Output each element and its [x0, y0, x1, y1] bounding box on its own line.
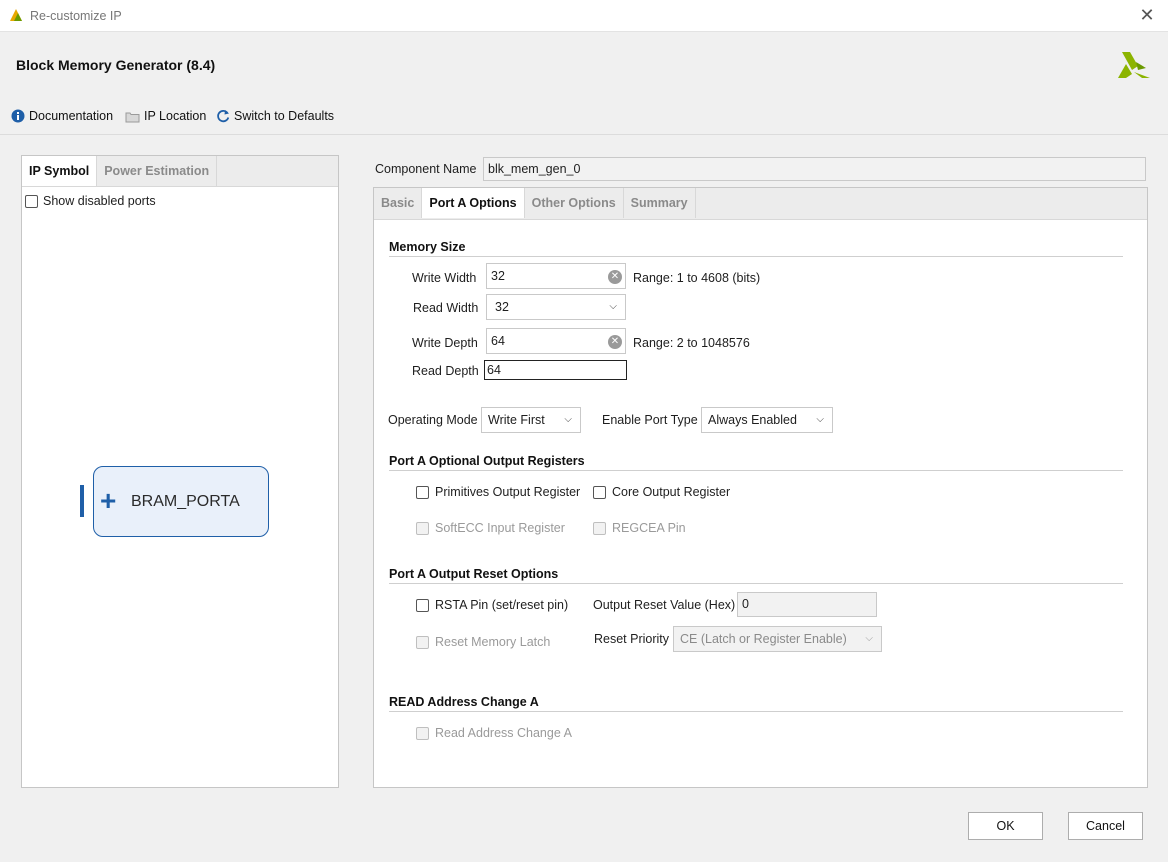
show-disabled-ports-row[interactable]: Show disabled ports: [25, 194, 156, 208]
softecc-input-register-label: SoftECC Input Register: [435, 521, 565, 535]
chevron-down-icon: ⌵: [564, 414, 572, 425]
options-tabstrip: Basic Port A Options Other Options Summa…: [374, 188, 1147, 220]
read-width-value: 32: [495, 300, 509, 314]
rsta-pin-checkbox[interactable]: [416, 598, 429, 612]
xilinx-logo-icon: [1118, 52, 1150, 78]
port-label: BRAM_PORTA: [131, 493, 240, 510]
chevron-down-icon: ⌵: [609, 301, 617, 312]
show-disabled-ports-checkbox[interactable]: [25, 194, 38, 208]
read-depth-label: Read Depth: [412, 364, 479, 378]
write-width-value: 32: [491, 269, 505, 283]
page-title: Block Memory Generator (8.4): [16, 57, 216, 73]
output-reset-value-field: 0: [737, 592, 877, 617]
read-address-title: READ Address Change A: [389, 695, 539, 709]
ip-location-button[interactable]: IP Location: [125, 109, 206, 123]
reset-memory-latch-checkbox: [416, 635, 429, 649]
tab-other-options[interactable]: Other Options: [525, 188, 624, 218]
write-depth-value: 64: [491, 334, 505, 348]
read-width-label: Read Width: [413, 301, 479, 315]
primitives-output-register-label: Primitives Output Register: [435, 485, 581, 499]
core-output-register-row[interactable]: Core Output Register: [593, 485, 730, 499]
plus-icon[interactable]: +: [100, 487, 116, 515]
switch-to-defaults-label: Switch to Defaults: [234, 109, 335, 123]
read-width-select[interactable]: 32 ⌵: [486, 294, 626, 320]
output-reset-value-label: Output Reset Value (Hex): [593, 598, 736, 612]
ok-button[interactable]: OK: [968, 812, 1043, 840]
close-icon[interactable]: ✕: [1136, 4, 1158, 26]
enable-port-type-label: Enable Port Type: [602, 413, 698, 427]
core-output-register-checkbox[interactable]: [593, 485, 606, 499]
reset-memory-latch-row: Reset Memory Latch: [416, 635, 550, 649]
operating-mode-label: Operating Mode: [388, 413, 478, 427]
tab-summary[interactable]: Summary: [624, 188, 696, 218]
reset-priority-label: Reset Priority: [594, 632, 670, 646]
ip-location-label: IP Location: [144, 109, 207, 123]
operating-mode-value: Write First: [488, 413, 545, 427]
read-depth-field[interactable]: 64: [484, 360, 627, 380]
port-bus-icon: [80, 485, 84, 517]
show-disabled-ports-label: Show disabled ports: [43, 194, 156, 208]
left-tabstrip: IP Symbol Power Estimation: [22, 156, 338, 187]
clear-icon[interactable]: ✕: [608, 270, 622, 284]
reset-options-separator: [389, 583, 1123, 584]
cancel-button[interactable]: Cancel: [1068, 812, 1143, 840]
clear-icon[interactable]: ✕: [608, 335, 622, 349]
ip-symbol-panel: IP Symbol Power Estimation Show disabled…: [21, 155, 339, 788]
title-bar: Re-customize IP ✕: [0, 0, 1168, 32]
primitives-output-register-checkbox[interactable]: [416, 485, 429, 499]
reset-options-title: Port A Output Reset Options: [389, 567, 559, 581]
write-width-input[interactable]: 32 ✕: [486, 263, 626, 289]
chevron-down-icon: ⌵: [865, 633, 873, 644]
tab-ip-symbol[interactable]: IP Symbol: [22, 156, 98, 186]
regcea-pin-row: REGCEA Pin: [593, 521, 686, 535]
switch-to-defaults-button[interactable]: Switch to Defaults: [216, 109, 334, 123]
refresh-icon: [217, 110, 230, 123]
operating-mode-select[interactable]: Write First ⌵: [481, 407, 581, 433]
reset-priority-select: CE (Latch or Register Enable) ⌵: [673, 626, 882, 652]
primitives-output-register-row[interactable]: Primitives Output Register: [416, 485, 580, 499]
read-address-change-checkbox: [416, 726, 429, 740]
rsta-pin-label: RSTA Pin (set/reset pin): [435, 598, 569, 612]
enable-port-type-value: Always Enabled: [708, 413, 797, 427]
output-registers-separator: [389, 470, 1123, 471]
reset-memory-latch-label: Reset Memory Latch: [435, 635, 551, 649]
softecc-input-register-row: SoftECC Input Register: [416, 521, 565, 535]
app-logo-icon: [10, 9, 22, 21]
read-address-change-row: Read Address Change A: [416, 726, 572, 740]
core-output-register-label: Core Output Register: [612, 485, 731, 499]
write-width-range: Range: 1 to 4608 (bits): [633, 271, 761, 285]
memory-size-separator: [389, 256, 1123, 257]
write-depth-input[interactable]: 64 ✕: [486, 328, 626, 354]
tab-port-a-options[interactable]: Port A Options: [422, 188, 525, 218]
read-address-change-label: Read Address Change A: [435, 726, 572, 740]
memory-size-title: Memory Size: [389, 240, 466, 254]
write-width-label: Write Width: [412, 271, 477, 285]
info-icon: [11, 109, 25, 123]
reset-priority-value: CE (Latch or Register Enable): [680, 632, 847, 646]
folder-icon: [125, 112, 140, 122]
rsta-pin-row[interactable]: RSTA Pin (set/reset pin): [416, 598, 568, 612]
documentation-label: Documentation: [29, 109, 114, 123]
read-address-separator: [389, 711, 1123, 712]
regcea-pin-checkbox: [593, 521, 606, 535]
documentation-button[interactable]: Documentation: [11, 109, 113, 123]
chevron-down-icon: ⌵: [816, 414, 824, 425]
window-title: Re-customize IP: [30, 9, 122, 23]
output-registers-title: Port A Optional Output Registers: [389, 454, 585, 468]
component-name-field[interactable]: blk_mem_gen_0: [483, 157, 1146, 181]
softecc-input-register-checkbox: [416, 521, 429, 535]
write-depth-range: Range: 2 to 1048576: [633, 336, 750, 350]
tab-power-estimation[interactable]: Power Estimation: [97, 156, 218, 186]
tab-basic[interactable]: Basic: [374, 188, 423, 218]
component-name-label: Component Name: [375, 162, 477, 176]
enable-port-type-select[interactable]: Always Enabled ⌵: [701, 407, 833, 433]
write-depth-label: Write Depth: [412, 336, 478, 350]
bram-porta-port[interactable]: + BRAM_PORTA: [93, 466, 269, 537]
regcea-pin-label: REGCEA Pin: [612, 521, 686, 535]
